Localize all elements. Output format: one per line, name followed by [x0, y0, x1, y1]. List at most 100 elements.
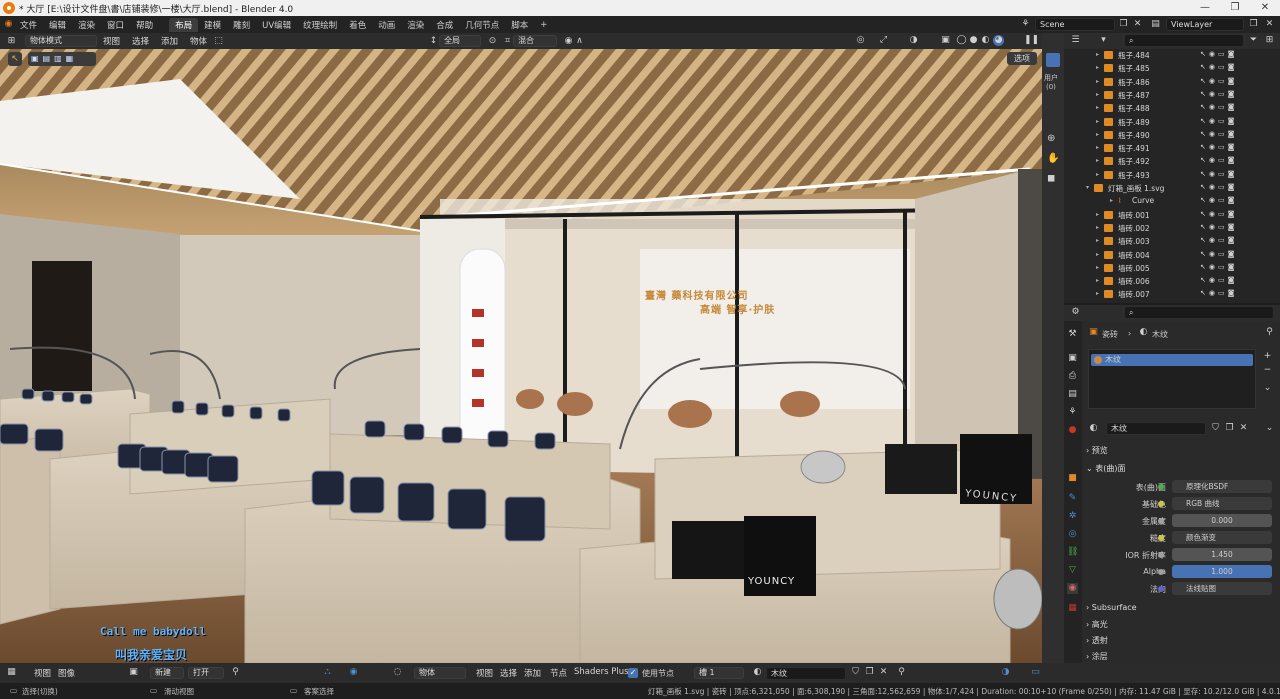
- expand-arrow-icon[interactable]: ▸: [1096, 104, 1099, 111]
- workspace-tab-compositing[interactable]: 合成: [430, 18, 459, 32]
- properties-editor-icon[interactable]: ⚙: [1070, 307, 1081, 318]
- visibility-toggle-icons[interactable]: ↖◉▭◙: [1200, 77, 1280, 85]
- expand-arrow-icon[interactable]: ▾: [1086, 184, 1089, 191]
- outliner-row[interactable]: ▸ 瓶子.489 ↖◉▭◙: [1064, 116, 1280, 129]
- outliner-row[interactable]: ▸ 墙砖.003 ↖◉▭◙: [1064, 235, 1280, 248]
- menu-edit[interactable]: 编辑: [43, 19, 72, 31]
- object-shader-icon[interactable]: ◌: [392, 667, 403, 678]
- node-duplicate-icon[interactable]: ❐: [864, 667, 875, 678]
- outliner-row[interactable]: ▸ 瓶子.493 ↖◉▭◙: [1064, 169, 1280, 182]
- property-value-field[interactable]: RGB 曲线: [1172, 497, 1272, 510]
- expand-arrow-icon[interactable]: ▸: [1096, 78, 1099, 85]
- tool-tab-icon[interactable]: ⚒: [1067, 329, 1078, 340]
- image-editor-type-icon[interactable]: ▦: [6, 667, 17, 678]
- property-value-field[interactable]: 1.000: [1172, 565, 1272, 578]
- visibility-toggle-icons[interactable]: ↖◉▭◙: [1200, 63, 1280, 71]
- property-value-field[interactable]: 1.450: [1172, 548, 1272, 561]
- viewport-menu-view[interactable]: 视图: [97, 35, 126, 47]
- visibility-toggle-icons[interactable]: ↖◉▭◙: [1200, 170, 1280, 178]
- shaders-plus-menu[interactable]: Shaders Plus: [568, 667, 635, 677]
- browse-material-icon[interactable]: ◐: [1088, 423, 1099, 434]
- visibility-toggle-icons[interactable]: ↖◉▭◙: [1200, 143, 1280, 151]
- output-tab-icon[interactable]: ⎙: [1067, 371, 1078, 382]
- outliner-row[interactable]: ▸ 瓶子.490 ↖◉▭◙: [1064, 129, 1280, 142]
- preview-section[interactable]: › 预览: [1086, 445, 1108, 456]
- expand-arrow-icon[interactable]: ▸: [1096, 51, 1099, 58]
- world-tab-icon[interactable]: ●: [1067, 425, 1078, 436]
- outliner-row[interactable]: ▸ 瓶子.492 ↖◉▭◙: [1064, 155, 1280, 168]
- scene-selector[interactable]: Scene: [1035, 18, 1115, 31]
- property-value-field[interactable]: 法线贴图: [1172, 582, 1272, 595]
- workspace-tab-modeling[interactable]: 建模: [198, 18, 227, 32]
- workspace-tab-texture-paint[interactable]: 纹理绘制: [297, 18, 343, 32]
- wireframe-shading-icon[interactable]: ◯: [956, 35, 967, 46]
- expand-arrow-icon[interactable]: ▸: [1096, 290, 1099, 297]
- display-mode-icon[interactable]: ▾: [1098, 35, 1109, 46]
- scene-tab-icon[interactable]: ⚘: [1067, 407, 1078, 418]
- outliner-row[interactable]: ▸ 瓶子.486 ↖◉▭◙: [1064, 76, 1280, 89]
- filter-icon[interactable]: ⏷: [1248, 35, 1259, 46]
- properties-search-input[interactable]: ⌕: [1124, 306, 1274, 319]
- solid-shading-icon[interactable]: ●: [968, 35, 979, 46]
- visibility-toggle-icons[interactable]: ↖◉▭◙: [1200, 103, 1280, 111]
- expand-arrow-icon[interactable]: ▸: [1096, 237, 1099, 244]
- gizmo-icon[interactable]: ⤢: [878, 35, 889, 46]
- unlink-material-icon[interactable]: ✕: [1238, 423, 1249, 434]
- node-overlay-icon[interactable]: ◑: [1000, 667, 1011, 678]
- workspace-tab-geometry-nodes[interactable]: 几何节点: [459, 18, 505, 32]
- subsection-header[interactable]: › Subsurface: [1086, 603, 1137, 612]
- menu-file[interactable]: 文件: [14, 19, 43, 31]
- mode-selector[interactable]: 物体模式: [25, 35, 97, 47]
- snap-mode-selector[interactable]: 混合: [513, 35, 558, 47]
- image-browse-icon[interactable]: ▣: [128, 667, 139, 678]
- selection-mode-icons[interactable]: ▣▤▥▦: [28, 52, 96, 66]
- visibility-toggle-icons[interactable]: ↖◉▭◙: [1200, 90, 1280, 98]
- view-layer-tab-icon[interactable]: ▤: [1067, 389, 1078, 400]
- 3d-viewport[interactable]: 臺灣 藥科技有限公司 高端 智享·护肤 YOUNCY YOUNCY Call m…: [0, 49, 1042, 663]
- workspace-tab-animation[interactable]: 动画: [372, 18, 401, 32]
- material-slot-item[interactable]: 木纹: [1091, 354, 1253, 366]
- select-tool-icon[interactable]: ↖: [8, 52, 22, 66]
- proportional-edit-icon[interactable]: ◉: [563, 36, 574, 47]
- viewport-menu-object[interactable]: 物体: [184, 35, 213, 47]
- expand-arrow-icon[interactable]: ▸: [1096, 118, 1099, 125]
- image-menu-image[interactable]: 图像: [52, 667, 81, 679]
- shader-object-selector[interactable]: 物体: [414, 667, 466, 679]
- viewport-menu-select[interactable]: 选择: [126, 35, 155, 47]
- node-fake-user-icon[interactable]: ⛉: [850, 667, 861, 678]
- remove-view-layer-icon[interactable]: ✕: [1264, 19, 1275, 30]
- property-value-field[interactable]: 0.000: [1172, 514, 1272, 527]
- workspace-tab-scripting[interactable]: 脚本: [505, 18, 534, 32]
- add-slot-button[interactable]: +: [1262, 351, 1273, 362]
- expand-arrow-icon[interactable]: ▸: [1096, 171, 1099, 178]
- editor-type-icon[interactable]: ⊞: [6, 36, 17, 47]
- surface-section[interactable]: ⌄ 表(曲)面: [1086, 463, 1126, 474]
- material-slot-list[interactable]: 木纹: [1088, 349, 1256, 409]
- render-tab-icon[interactable]: ▣: [1067, 353, 1078, 364]
- outliner-row[interactable]: ▸ 墙砖.001 ↖◉▭◙: [1064, 209, 1280, 222]
- view-layer-selector[interactable]: ViewLayer: [1166, 18, 1244, 31]
- outliner-row[interactable]: ▸墙砖.008↖◉▭◙: [1064, 302, 1280, 304]
- copy-scene-icon[interactable]: ❐: [1118, 19, 1129, 30]
- zoom-icon[interactable]: ⊕: [1047, 133, 1055, 144]
- visibility-toggle-icons[interactable]: ↖◉▭◙: [1200, 50, 1280, 58]
- object-type-filter-icon[interactable]: ⬚: [213, 36, 224, 47]
- outliner-row[interactable]: ▸ 墙砖.005 ↖◉▭◙: [1064, 262, 1280, 275]
- close-button[interactable]: ✕: [1250, 0, 1280, 16]
- menu-render[interactable]: 渲染: [72, 19, 101, 31]
- new-collection-icon[interactable]: ⊞: [1264, 35, 1275, 46]
- viewport-menu-add[interactable]: 添加: [155, 35, 184, 47]
- blender-menu-icon[interactable]: ◉: [3, 19, 14, 30]
- material-slot-selector[interactable]: 槽 1: [694, 667, 744, 679]
- outliner-row[interactable]: ▸ 墙砖.006 ↖◉▭◙: [1064, 275, 1280, 288]
- outliner-row[interactable]: ▸ 瓶子.488 ↖◉▭◙: [1064, 102, 1280, 115]
- slot-specials-icon[interactable]: ⌄: [1262, 383, 1273, 394]
- expand-arrow-icon[interactable]: ▸: [1096, 131, 1099, 138]
- outliner-row[interactable]: ▸ 瓶子.484 ↖◉▭◙: [1064, 49, 1280, 62]
- pin-icon[interactable]: ⚲: [1264, 327, 1275, 338]
- remove-scene-icon[interactable]: ✕: [1132, 19, 1143, 30]
- expand-arrow-icon[interactable]: ▸: [1096, 157, 1099, 164]
- expand-arrow-icon[interactable]: ▸: [1110, 197, 1113, 204]
- copy-view-layer-icon[interactable]: ❐: [1248, 19, 1259, 30]
- subsection-header[interactable]: › 高光: [1086, 619, 1108, 630]
